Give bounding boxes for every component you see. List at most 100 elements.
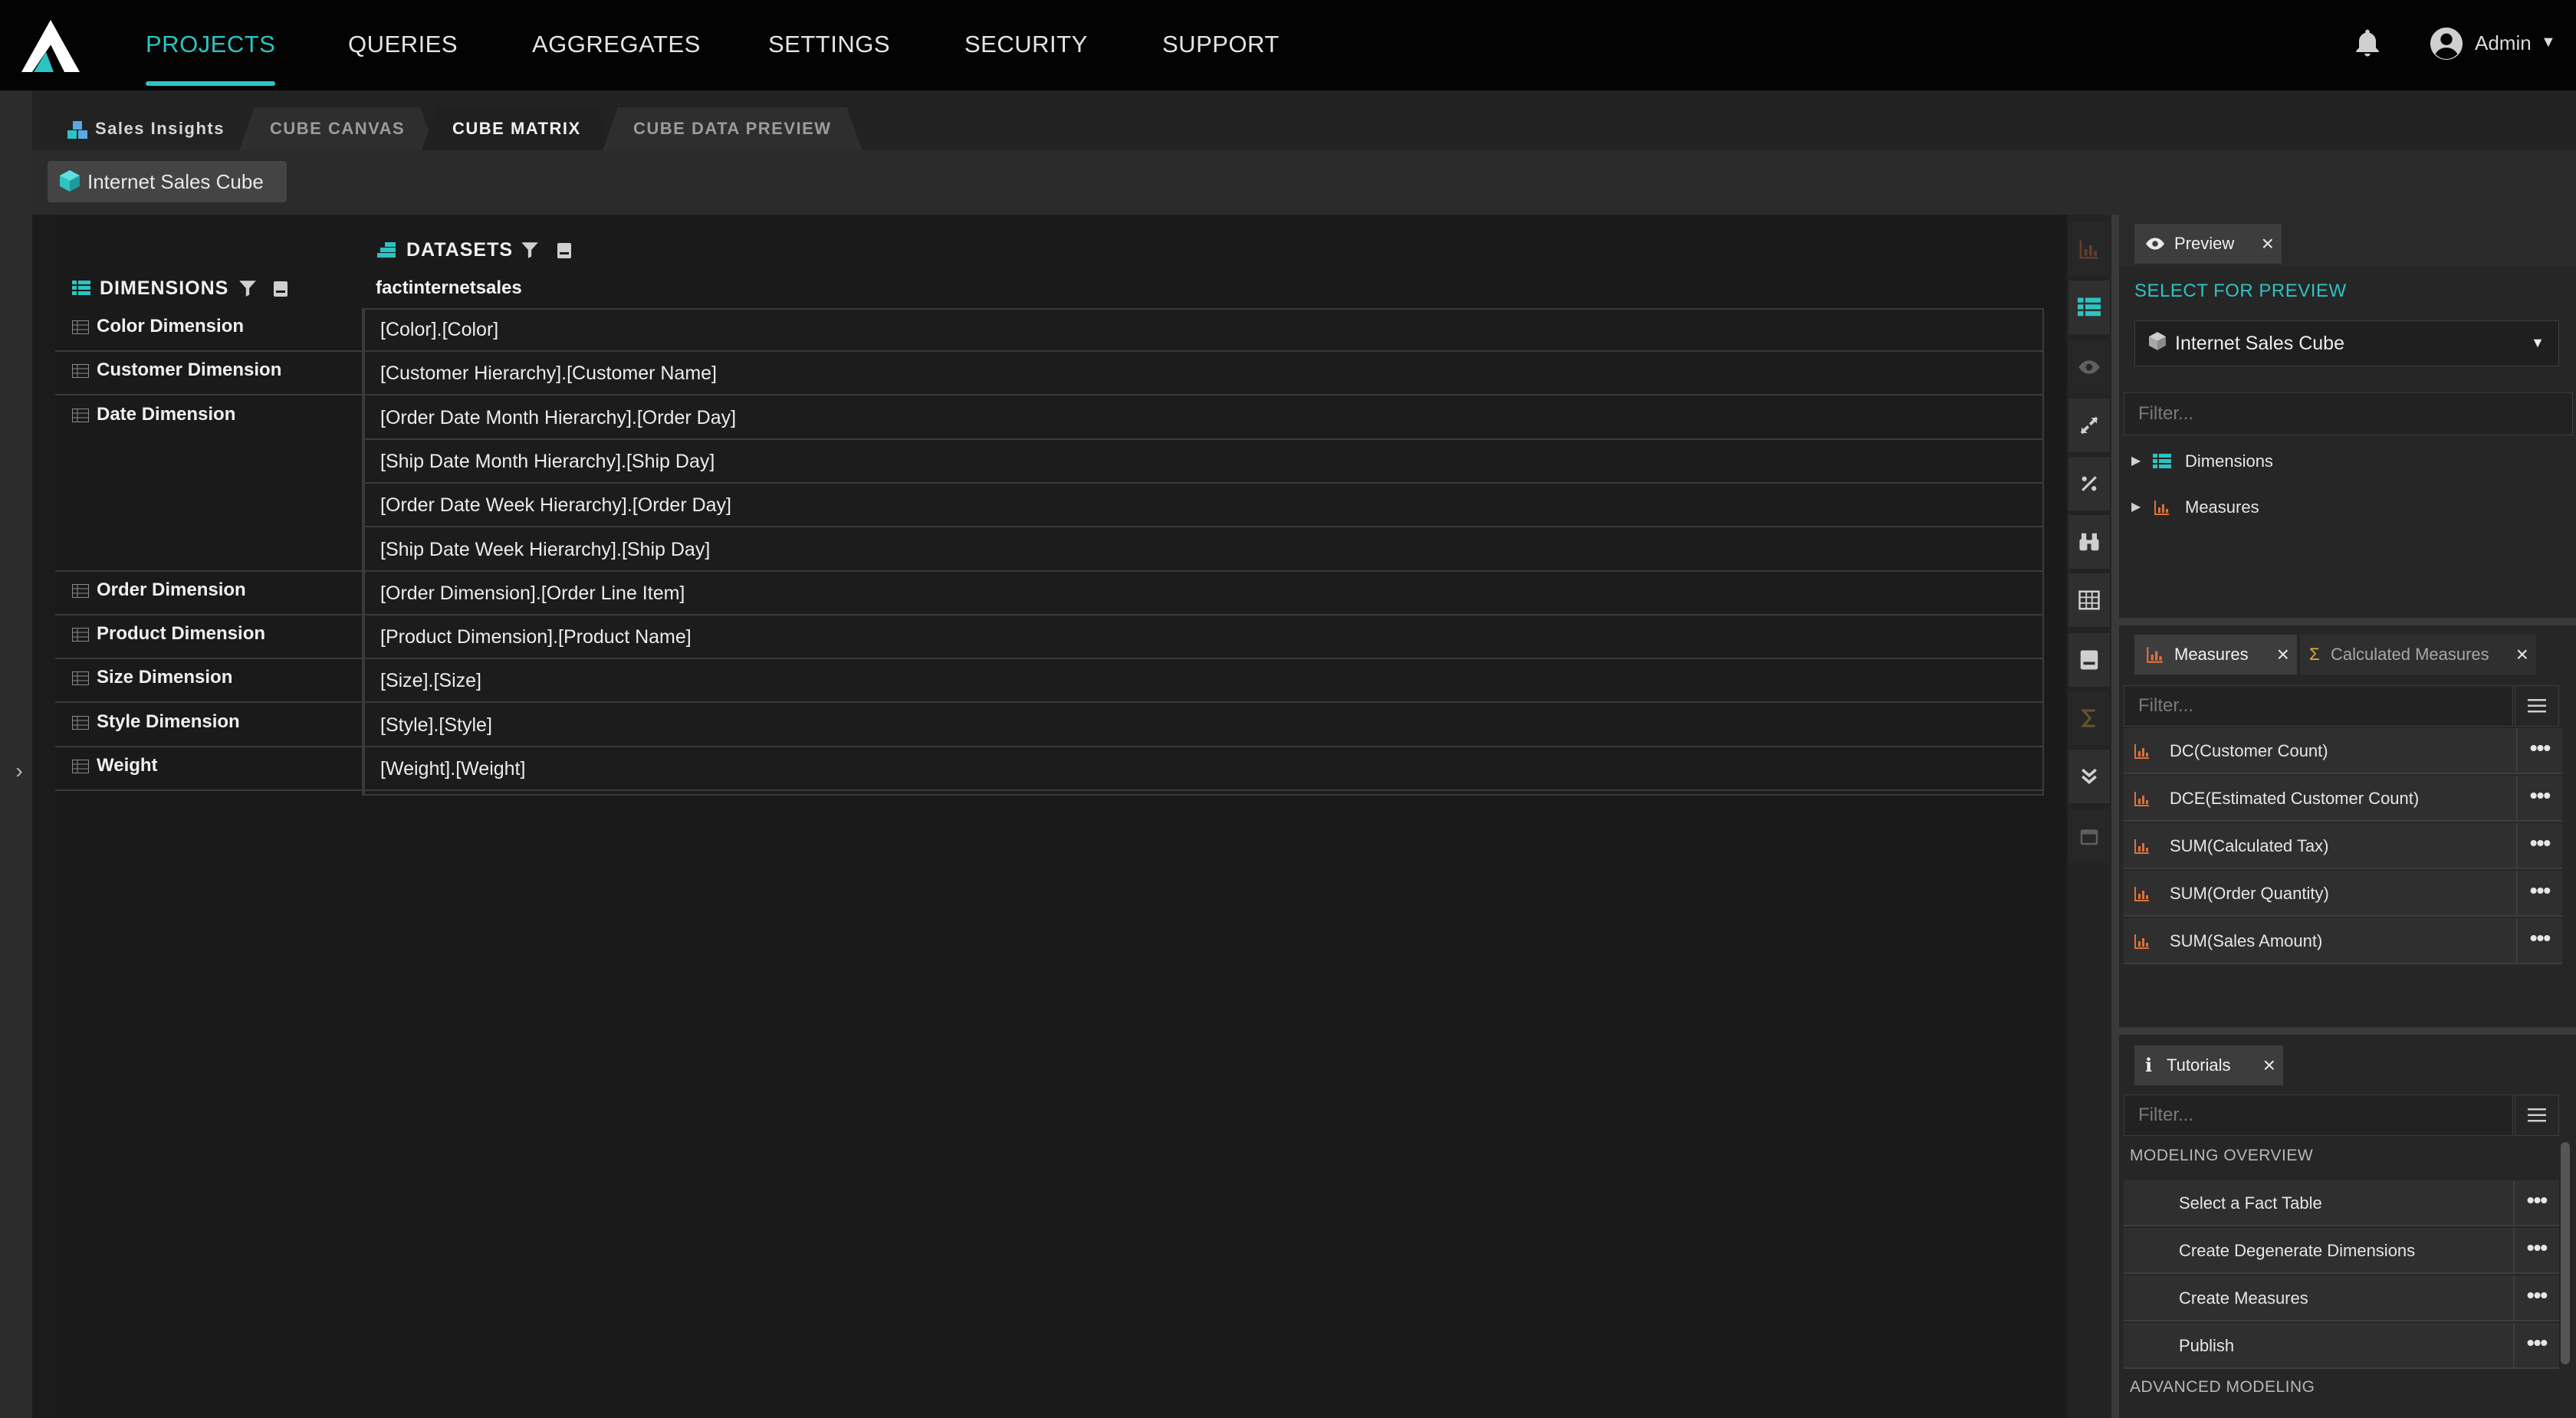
dimensions-grid-icon[interactable] [2068, 281, 2110, 334]
matrix-cell[interactable]: [Color].[Color] [363, 308, 2044, 352]
dimension-row[interactable]: Weight [55, 747, 363, 791]
measure-item[interactable]: SUM(Sales Amount) [2124, 918, 2527, 964]
measures-chart-icon [2134, 839, 2149, 854]
tree-item-label: Measures [2185, 497, 2259, 517]
dimension-row[interactable]: Date Dimension [55, 396, 363, 572]
preview-select[interactable]: Internet Sales Cube ▼ [2134, 320, 2559, 366]
dimension-row[interactable]: Size Dimension [55, 659, 363, 703]
measure-item[interactable]: SUM(Calculated Tax) [2124, 823, 2527, 869]
nav-projects[interactable]: PROJECTS [146, 0, 276, 90]
hamburger-menu-icon[interactable] [2515, 685, 2559, 727]
nav-aggregates[interactable]: AGGREGATES [532, 0, 701, 90]
tab-preview[interactable]: Preview × [2134, 224, 2282, 264]
tab-project[interactable]: Sales Insights [48, 107, 240, 150]
chevron-down-icon[interactable]: ▼ [2541, 34, 2556, 51]
table-icon[interactable] [2068, 573, 2110, 627]
user-avatar-icon[interactable] [2429, 26, 2464, 61]
measure-item[interactable]: DC(Customer Count) [2124, 728, 2527, 774]
panel-divider[interactable] [2119, 618, 2576, 625]
matrix-cell[interactable]: [Style].[Style] [363, 704, 2044, 747]
tab-cube-canvas[interactable]: CUBE CANVAS [239, 107, 435, 150]
notes-icon[interactable] [555, 241, 573, 261]
matrix-cell[interactable]: [Order Dimension].[Order Line Item] [363, 572, 2044, 615]
matrix-cell[interactable]: [Customer Hierarchy].[Customer Name] [363, 352, 2044, 396]
notes-icon[interactable] [271, 279, 290, 299]
matrix-cell[interactable]: [Weight].[Weight] [363, 747, 2044, 791]
matrix-cell[interactable]: [Order Date Week Hierarchy].[Order Day] [363, 484, 2044, 527]
measures-chart-icon [2134, 934, 2149, 949]
tab-measures[interactable]: Measures × [2134, 635, 2297, 675]
dimension-row[interactable]: Color Dimension [55, 308, 363, 352]
dataset-column-header[interactable]: factinternetsales [376, 273, 522, 304]
panel-splitter[interactable] [2111, 215, 2119, 1418]
dimension-row[interactable]: Customer Dimension [55, 352, 363, 396]
matrix-cell[interactable]: [Ship Date Month Hierarchy].[Ship Day] [363, 440, 2044, 484]
binoculars-icon[interactable] [2068, 515, 2110, 569]
percent-icon[interactable] [2068, 457, 2110, 510]
tab-cube-matrix[interactable]: CUBE MATRIX [422, 107, 612, 150]
nav-settings[interactable]: SETTINGS [768, 0, 890, 90]
tutorial-item[interactable]: Create Degenerate Dimensions [2167, 1228, 2513, 1274]
more-options-icon[interactable]: ••• [2513, 1180, 2559, 1226]
datasets-title: DATASETS [406, 239, 514, 261]
cube-chip[interactable]: Internet Sales Cube [48, 161, 287, 202]
preview-filter-input[interactable] [2124, 392, 2573, 435]
measures-chart-icon[interactable] [2068, 222, 2110, 276]
measure-item[interactable]: SUM(Order Quantity) [2124, 871, 2527, 917]
notification-bell-icon[interactable] [2351, 26, 2384, 61]
tutorial-item[interactable]: Publish [2167, 1323, 2513, 1369]
more-options-icon[interactable]: ••• [2516, 918, 2562, 964]
chevron-down-icon: ▼ [2531, 335, 2545, 350]
tab-tutorials[interactable]: i Tutorials × [2134, 1045, 2283, 1085]
tutorial-item[interactable]: Select a Fact Table [2167, 1180, 2513, 1226]
panel-divider[interactable] [2119, 1027, 2576, 1035]
app-logo[interactable] [21, 20, 80, 72]
close-icon[interactable]: × [2516, 635, 2528, 675]
expand-rail-chevron-icon[interactable]: › [8, 759, 31, 783]
tutorial-item[interactable]: Create Measures [2167, 1275, 2513, 1321]
more-options-icon[interactable]: ••• [2516, 776, 2562, 822]
measures-filter-input[interactable] [2124, 685, 2513, 727]
more-options-icon[interactable]: ••• [2516, 728, 2562, 774]
more-options-icon[interactable]: ••• [2513, 1323, 2559, 1369]
nav-support[interactable]: SUPPORT [1162, 0, 1280, 90]
double-chevron-down-icon[interactable] [2068, 750, 2110, 803]
matrix-cell[interactable]: [Size].[Size] [363, 659, 2044, 703]
more-options-icon[interactable]: ••• [2516, 871, 2562, 917]
eye-icon[interactable] [2068, 340, 2110, 394]
user-menu-label[interactable]: Admin [2475, 28, 2532, 58]
matrix-cell[interactable]: [Product Dimension].[Product Name] [363, 615, 2044, 659]
nav-security[interactable]: SECURITY [964, 0, 1088, 90]
filter-icon[interactable] [520, 239, 540, 261]
more-options-icon[interactable]: ••• [2513, 1275, 2559, 1321]
tutorials-scrollbar[interactable] [2561, 1142, 2570, 1364]
measure-item[interactable]: DCE(Estimated Customer Count) [2124, 776, 2527, 822]
nav-queries[interactable]: QUERIES [348, 0, 458, 90]
dimension-label: Weight [97, 755, 158, 776]
tab-cube-data-preview[interactable]: CUBE DATA PREVIEW [603, 107, 863, 150]
calendar-icon[interactable] [2068, 809, 2110, 863]
tree-item-measures[interactable]: ▶ Measures [2131, 492, 2259, 523]
filter-icon[interactable] [238, 277, 258, 299]
datasets-header: DATASETS [376, 235, 571, 265]
close-icon[interactable]: × [2263, 1045, 2275, 1085]
sigma-icon[interactable] [2068, 691, 2110, 745]
dimension-row[interactable]: Style Dimension [55, 704, 363, 747]
dimensions-title: DIMENSIONS [100, 277, 229, 299]
close-icon[interactable]: × [2277, 635, 2289, 675]
dimension-row[interactable]: Order Dimension [55, 572, 363, 615]
tab-calculated-measures[interactable]: Σ Calculated Measures × [2300, 635, 2536, 675]
matrix-cell[interactable]: [Order Date Month Hierarchy].[Order Day] [363, 396, 2044, 440]
more-options-icon[interactable]: ••• [2516, 823, 2562, 869]
matrix-cell[interactable]: [Ship Date Week Hierarchy].[Ship Day] [363, 528, 2044, 572]
hamburger-menu-icon[interactable] [2515, 1095, 2559, 1136]
more-options-icon[interactable]: ••• [2513, 1228, 2559, 1274]
tree-item-dimensions[interactable]: ▶ Dimensions [2131, 446, 2273, 477]
tutorial-section-advanced-modeling: ADVANCED MODELING [2130, 1378, 2315, 1396]
tutorials-filter-input[interactable] [2124, 1095, 2513, 1136]
relationship-icon[interactable] [2068, 399, 2110, 452]
notes-icon[interactable] [2068, 633, 2110, 687]
close-icon[interactable]: × [2262, 224, 2274, 264]
dimension-row[interactable]: Product Dimension [55, 615, 363, 659]
select-for-preview-label: SELECT FOR PREVIEW [2134, 281, 2347, 301]
